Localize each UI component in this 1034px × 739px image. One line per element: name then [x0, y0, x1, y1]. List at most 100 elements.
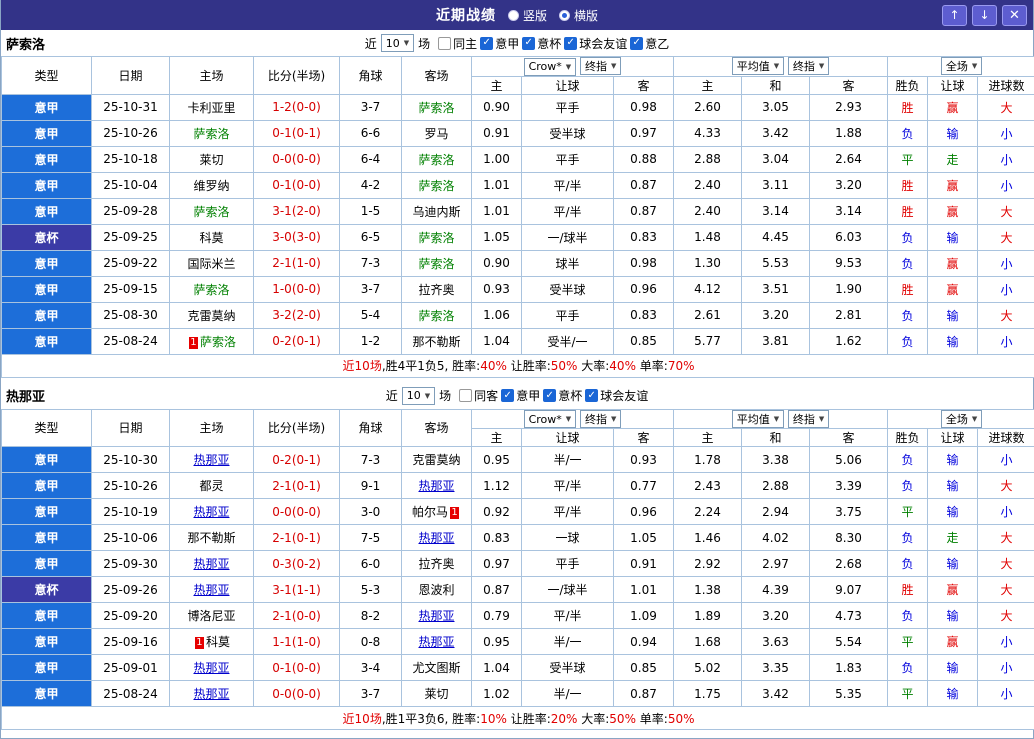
- home-team-cell[interactable]: 维罗纳: [170, 172, 254, 198]
- team-link[interactable]: 那不勒斯: [412, 335, 460, 349]
- away-team-cell[interactable]: 拉齐奥: [402, 551, 472, 577]
- away-team-cell[interactable]: 热那亚: [402, 603, 472, 629]
- team-link[interactable]: 尤文图斯: [412, 661, 460, 675]
- filter-checkbox[interactable]: 同客: [459, 387, 498, 404]
- home-team-cell[interactable]: 国际米兰: [170, 250, 254, 276]
- away-team-cell[interactable]: 罗马: [402, 120, 472, 146]
- match-count-dropdown[interactable]: 10▼: [402, 387, 435, 405]
- filter-checkbox[interactable]: 同主: [438, 35, 477, 52]
- away-team-cell[interactable]: 萨索洛: [402, 302, 472, 328]
- team-link[interactable]: 克雷莫纳: [187, 309, 235, 323]
- team-link[interactable]: 博洛尼亚: [187, 609, 235, 623]
- team-link[interactable]: 莱切: [199, 153, 223, 167]
- away-team-cell[interactable]: 热那亚: [402, 629, 472, 655]
- team-link[interactable]: 萨索洛: [418, 101, 454, 115]
- team-link[interactable]: 恩波利: [418, 583, 454, 597]
- team-link[interactable]: 萨索洛: [418, 231, 454, 245]
- home-team-cell[interactable]: 博洛尼亚: [170, 603, 254, 629]
- home-team-cell[interactable]: 克雷莫纳: [170, 302, 254, 328]
- team-link[interactable]: 萨索洛: [418, 179, 454, 193]
- filter-checkbox[interactable]: ✓球会友谊: [585, 387, 648, 404]
- filter-checkbox[interactable]: ✓意杯: [543, 387, 582, 404]
- avg-dropdown[interactable]: 平均值▼: [732, 57, 784, 75]
- team-link[interactable]: 萨索洛: [193, 127, 229, 141]
- avg-final-dropdown[interactable]: 终指▼: [788, 410, 829, 428]
- team-link[interactable]: 萨索洛: [200, 335, 236, 349]
- team-link[interactable]: 罗马: [424, 127, 448, 141]
- checked-checkbox-icon[interactable]: ✓: [543, 389, 556, 402]
- home-team-cell[interactable]: 热那亚: [170, 499, 254, 525]
- home-team-cell[interactable]: 热那亚: [170, 577, 254, 603]
- away-team-cell[interactable]: 热那亚: [402, 525, 472, 551]
- home-team-cell[interactable]: 萨索洛: [170, 198, 254, 224]
- radio-horizontal-layout[interactable]: 横版: [559, 7, 598, 24]
- team-link[interactable]: 萨索洛: [193, 205, 229, 219]
- team-link[interactable]: 热那亚: [193, 453, 229, 467]
- home-team-cell[interactable]: 1科莫: [170, 629, 254, 655]
- radio-icon[interactable]: [559, 10, 570, 21]
- away-team-cell[interactable]: 恩波利: [402, 577, 472, 603]
- odds-final-dropdown[interactable]: 终指▼: [580, 410, 621, 428]
- checked-checkbox-icon[interactable]: ✓: [480, 37, 493, 50]
- team-link[interactable]: 乌迪内斯: [412, 205, 460, 219]
- home-team-cell[interactable]: 热那亚: [170, 655, 254, 681]
- avg-final-dropdown[interactable]: 终指▼: [788, 57, 829, 75]
- odds-source-dropdown[interactable]: Crow*▼: [524, 58, 577, 76]
- team-link[interactable]: 热那亚: [193, 661, 229, 675]
- team-link[interactable]: 科莫: [206, 635, 230, 649]
- away-team-cell[interactable]: 帕尔马1: [402, 499, 472, 525]
- team-link[interactable]: 萨索洛: [418, 309, 454, 323]
- team-link[interactable]: 科莫: [199, 231, 223, 245]
- home-team-cell[interactable]: 那不勒斯: [170, 525, 254, 551]
- team-link[interactable]: 维罗纳: [193, 179, 229, 193]
- team-link[interactable]: 萨索洛: [193, 283, 229, 297]
- home-team-cell[interactable]: 卡利亚里: [170, 94, 254, 120]
- team-link[interactable]: 都灵: [199, 479, 223, 493]
- odds-source-dropdown[interactable]: Crow*▼: [524, 410, 577, 428]
- away-team-cell[interactable]: 乌迪内斯: [402, 198, 472, 224]
- filter-checkbox[interactable]: ✓意甲: [501, 387, 540, 404]
- odds-final-dropdown[interactable]: 终指▼: [580, 57, 621, 75]
- team-link[interactable]: 卡利亚里: [187, 101, 235, 115]
- unchecked-checkbox-icon[interactable]: [438, 37, 451, 50]
- radio-vertical-layout[interactable]: 竖版: [508, 7, 547, 24]
- checked-checkbox-icon[interactable]: ✓: [564, 37, 577, 50]
- away-team-cell[interactable]: 尤文图斯: [402, 655, 472, 681]
- home-team-cell[interactable]: 热那亚: [170, 681, 254, 707]
- home-team-cell[interactable]: 科莫: [170, 224, 254, 250]
- team-link[interactable]: 萨索洛: [418, 153, 454, 167]
- checked-checkbox-icon[interactable]: ✓: [585, 389, 598, 402]
- away-team-cell[interactable]: 萨索洛: [402, 224, 472, 250]
- filter-checkbox[interactable]: ✓球会友谊: [564, 35, 627, 52]
- checked-checkbox-icon[interactable]: ✓: [501, 389, 514, 402]
- team-link[interactable]: 拉齐奥: [418, 283, 454, 297]
- home-team-cell[interactable]: 热那亚: [170, 447, 254, 473]
- home-team-cell[interactable]: 1萨索洛: [170, 328, 254, 354]
- move-up-button[interactable]: ↑: [942, 5, 967, 26]
- team-link[interactable]: 国际米兰: [187, 257, 235, 271]
- team-link[interactable]: 热那亚: [418, 635, 454, 649]
- team-link[interactable]: 那不勒斯: [187, 531, 235, 545]
- avg-dropdown[interactable]: 平均值▼: [732, 410, 784, 428]
- team-link[interactable]: 热那亚: [193, 505, 229, 519]
- scope-dropdown[interactable]: 全场▼: [941, 57, 982, 75]
- filter-checkbox[interactable]: ✓意甲: [480, 35, 519, 52]
- home-team-cell[interactable]: 都灵: [170, 473, 254, 499]
- team-link[interactable]: 萨索洛: [418, 257, 454, 271]
- filter-checkbox[interactable]: ✓意乙: [630, 35, 669, 52]
- team-link[interactable]: 克雷莫纳: [412, 453, 460, 467]
- away-team-cell[interactable]: 拉齐奥: [402, 276, 472, 302]
- away-team-cell[interactable]: 克雷莫纳: [402, 447, 472, 473]
- radio-icon[interactable]: [508, 10, 519, 21]
- away-team-cell[interactable]: 热那亚: [402, 473, 472, 499]
- filter-checkbox[interactable]: ✓意杯: [522, 35, 561, 52]
- away-team-cell[interactable]: 萨索洛: [402, 146, 472, 172]
- unchecked-checkbox-icon[interactable]: [459, 389, 472, 402]
- team-link[interactable]: 莱切: [424, 687, 448, 701]
- team-link[interactable]: 热那亚: [418, 531, 454, 545]
- team-link[interactable]: 热那亚: [418, 609, 454, 623]
- team-link[interactable]: 热那亚: [418, 479, 454, 493]
- move-down-button[interactable]: ↓: [972, 5, 997, 26]
- checked-checkbox-icon[interactable]: ✓: [630, 37, 643, 50]
- home-team-cell[interactable]: 萨索洛: [170, 276, 254, 302]
